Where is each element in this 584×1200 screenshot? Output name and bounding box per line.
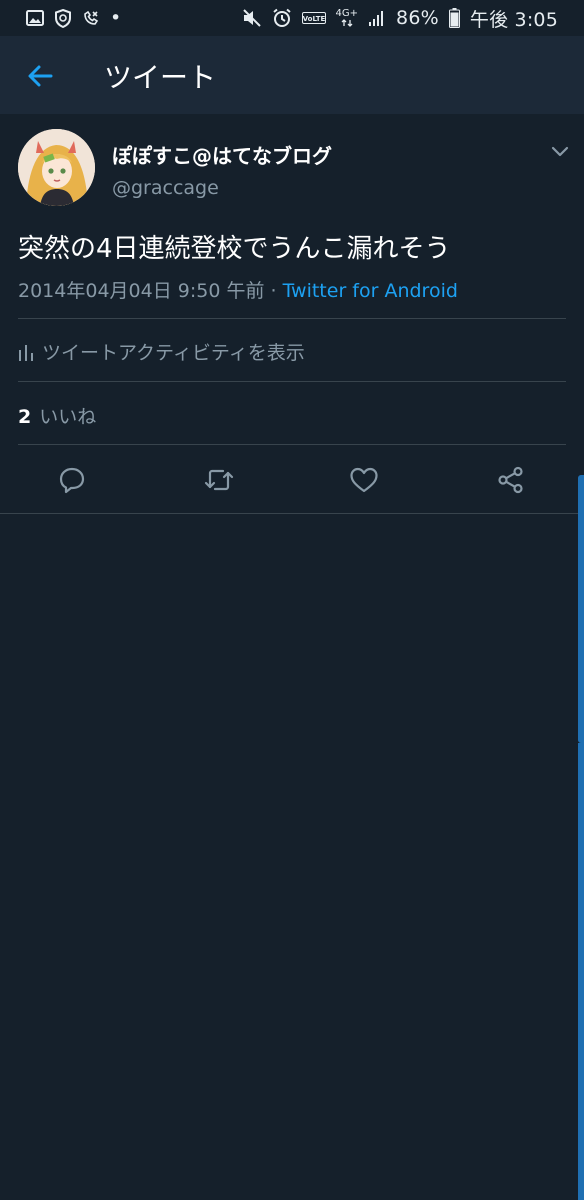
app-bar: ツイート xyxy=(0,36,584,114)
likes-summary[interactable]: 2 いいね xyxy=(18,402,96,429)
meta-separator: · xyxy=(264,280,283,302)
retweet-button[interactable] xyxy=(202,463,236,497)
divider xyxy=(0,513,584,514)
display-name[interactable]: ぽぽすこ@はてなブログ xyxy=(112,140,332,169)
image-icon xyxy=(26,10,44,26)
tweet-detail-screen: • VoLTE 4G+ 86% 午後 3:05 ツイート ぽぽすこ@はてなブログ… xyxy=(0,0,584,1200)
status-bar-left: • xyxy=(26,7,121,29)
divider xyxy=(18,318,566,319)
divider xyxy=(18,444,566,445)
likes-label: いいね xyxy=(39,406,97,428)
heart-icon xyxy=(349,466,379,494)
mute-icon xyxy=(242,9,262,27)
scrollbar[interactable] xyxy=(578,475,584,743)
signal-icon xyxy=(368,9,386,27)
user-handle[interactable]: @graccage xyxy=(112,177,219,199)
missed-call-icon xyxy=(82,9,100,27)
reply-icon xyxy=(58,466,86,494)
reply-button[interactable] xyxy=(55,463,89,497)
alarm-icon xyxy=(272,8,292,28)
retweet-icon xyxy=(203,466,235,494)
likes-count: 2 xyxy=(18,406,32,428)
page-title: ツイート xyxy=(104,61,217,94)
back-button[interactable] xyxy=(22,58,58,94)
battery-icon xyxy=(448,8,460,28)
scrollbar-track xyxy=(578,743,584,1200)
status-bar-right: VoLTE 4G+ 86% 午後 3:05 xyxy=(242,5,558,32)
activity-label: ツイートアクティビティを表示 xyxy=(42,342,305,364)
volte-icon: VoLTE xyxy=(301,10,326,26)
arrow-left-icon xyxy=(27,64,53,88)
network-4g-icon: 4G+ xyxy=(335,8,359,27)
shield-icon xyxy=(54,8,72,28)
status-dot: • xyxy=(110,7,122,29)
divider xyxy=(18,381,566,382)
avatar[interactable] xyxy=(18,129,95,206)
clock: 午後 3:05 xyxy=(469,8,558,31)
tweet-meta: 2014年04月04日 9:50 午前 · Twitter for Androi… xyxy=(18,276,458,303)
analytics-icon xyxy=(18,342,34,362)
like-button[interactable] xyxy=(347,463,381,497)
tweet-activity-link[interactable]: ツイートアクティビティを表示 xyxy=(18,338,305,365)
tweet-timestamp: 2014年04月04日 9:50 午前 xyxy=(18,280,265,302)
battery-percent: 86% xyxy=(396,7,439,29)
tweet-text: 突然の4日連続登校でうんこ漏れそう xyxy=(18,234,451,264)
share-button[interactable] xyxy=(494,463,528,497)
chevron-down-icon xyxy=(551,146,569,158)
share-icon xyxy=(497,466,525,494)
tweet-source-link[interactable]: Twitter for Android xyxy=(283,280,458,302)
network-label: 4G+ xyxy=(335,8,359,19)
volte-text: VoLTE xyxy=(302,15,325,23)
status-bar: • VoLTE 4G+ 86% 午後 3:05 xyxy=(0,0,584,36)
tweet-menu-button[interactable] xyxy=(548,140,572,164)
